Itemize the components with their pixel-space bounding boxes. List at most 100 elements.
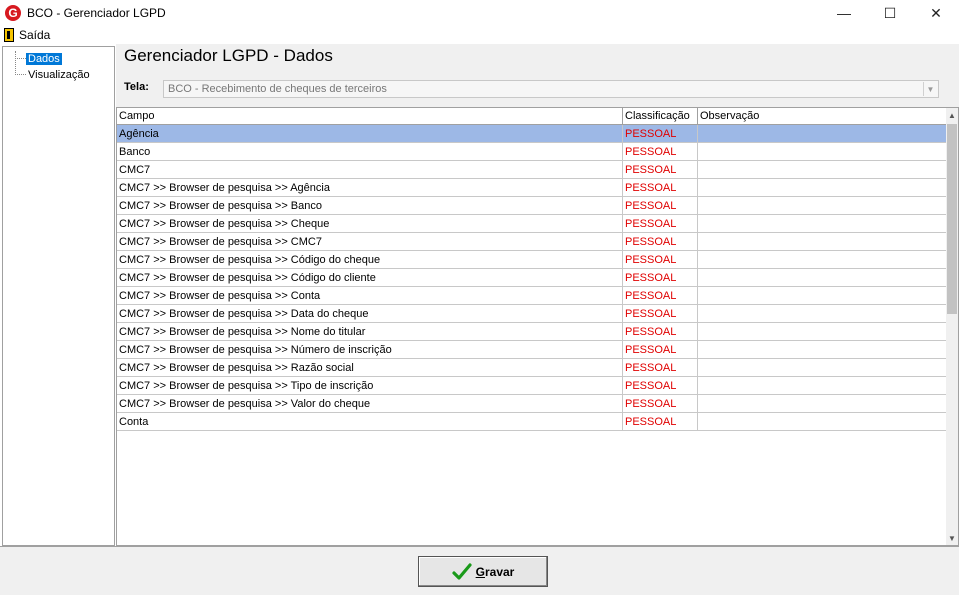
- cell-classificacao[interactable]: PESSOAL: [623, 359, 698, 376]
- cell-classificacao[interactable]: PESSOAL: [623, 287, 698, 304]
- cell-classificacao[interactable]: PESSOAL: [623, 125, 698, 142]
- table-row[interactable]: CMC7 >> Browser de pesquisa >> Valor do …: [117, 395, 947, 413]
- cell-campo[interactable]: CMC7 >> Browser de pesquisa >> Valor do …: [117, 395, 623, 412]
- table-row[interactable]: Banco PESSOAL: [117, 143, 947, 161]
- column-header-classificacao[interactable]: Classificação: [623, 108, 698, 124]
- table-row[interactable]: CMC7 >> Browser de pesquisa >> Cheque PES…: [117, 215, 947, 233]
- cell-classificacao[interactable]: PESSOAL: [623, 305, 698, 322]
- cell-classificacao[interactable]: PESSOAL: [623, 395, 698, 412]
- gravar-rest: ravar: [484, 564, 515, 579]
- cell-classificacao[interactable]: PESSOAL: [623, 143, 698, 160]
- cell-campo[interactable]: CMC7 >> Browser de pesquisa >> Nome do t…: [117, 323, 623, 340]
- cell-campo[interactable]: CMC7 >> Browser de pesquisa >> Número de…: [117, 341, 623, 358]
- cell-observacao[interactable]: [698, 125, 947, 142]
- table-row[interactable]: CMC7 >> Browser de pesquisa >> Banco PESS…: [117, 197, 947, 215]
- cell-campo[interactable]: Banco: [117, 143, 623, 160]
- table-row[interactable]: CMC7 >> Browser de pesquisa >> Data do c…: [117, 305, 947, 323]
- cell-classificacao[interactable]: PESSOAL: [623, 251, 698, 268]
- cell-observacao[interactable]: [698, 287, 947, 304]
- cell-observacao[interactable]: [698, 341, 947, 358]
- cell-classificacao[interactable]: PESSOAL: [623, 197, 698, 214]
- cell-campo[interactable]: CMC7 >> Browser de pesquisa >> Tipo de i…: [117, 377, 623, 394]
- table-row[interactable]: CMC7 >> Browser de pesquisa >> Código do…: [117, 269, 947, 287]
- tela-select[interactable]: BCO - Recebimento de cheques de terceiro…: [163, 80, 939, 98]
- table-row[interactable]: CMC7 >> Browser de pesquisa >> Tipo de i…: [117, 377, 947, 395]
- cell-observacao[interactable]: [698, 179, 947, 196]
- cell-campo[interactable]: CMC7 >> Browser de pesquisa >> Agência: [117, 179, 623, 196]
- cell-campo[interactable]: Agência: [117, 125, 623, 142]
- cell-campo[interactable]: CMC7 >> Browser de pesquisa >> Data do c…: [117, 305, 623, 322]
- table-row[interactable]: Agência PESSOAL: [117, 125, 947, 143]
- scroll-thumb[interactable]: [947, 124, 957, 314]
- cell-observacao[interactable]: [698, 359, 947, 376]
- table-row[interactable]: CMC7 >> Browser de pesquisa >> Razão soc…: [117, 359, 947, 377]
- gravar-button[interactable]: Gravar: [418, 556, 548, 587]
- table-row[interactable]: CMC7 >> Browser de pesquisa >> Código do…: [117, 251, 947, 269]
- table-row[interactable]: CMC7 >> Browser de pesquisa >> CMC7 PESSO…: [117, 233, 947, 251]
- cell-observacao[interactable]: [698, 233, 947, 250]
- app-logo-icon: G: [5, 5, 21, 21]
- cell-observacao[interactable]: [698, 323, 947, 340]
- footer-bar: Gravar: [0, 546, 959, 595]
- cell-campo[interactable]: CMC7: [117, 161, 623, 178]
- cell-observacao[interactable]: [698, 305, 947, 322]
- table-row[interactable]: CMC7 >> Browser de pesquisa >> Agência PE…: [117, 179, 947, 197]
- cell-classificacao[interactable]: PESSOAL: [623, 179, 698, 196]
- maximize-button[interactable]: ☐: [867, 0, 913, 26]
- scroll-down-icon[interactable]: ▼: [946, 531, 958, 545]
- cell-campo[interactable]: CMC7 >> Browser de pesquisa >> CMC7: [117, 233, 623, 250]
- main-panel: Gerenciador LGPD - Dados Tela: BCO - Rec…: [116, 44, 959, 546]
- chevron-down-icon[interactable]: ▼: [923, 82, 937, 96]
- menu-exit[interactable]: Saída: [4, 28, 50, 42]
- cell-classificacao[interactable]: PESSOAL: [623, 215, 698, 232]
- cell-campo[interactable]: CMC7 >> Browser de pesquisa >> Razão soc…: [117, 359, 623, 376]
- window-controls: — ☐ ✕: [821, 0, 959, 26]
- cell-classificacao[interactable]: PESSOAL: [623, 161, 698, 178]
- title-bar: G BCO - Gerenciador LGPD — ☐ ✕: [0, 0, 959, 26]
- table-row[interactable]: Conta PESSOAL: [117, 413, 947, 431]
- cell-classificacao[interactable]: PESSOAL: [623, 341, 698, 358]
- cell-classificacao[interactable]: PESSOAL: [623, 413, 698, 430]
- cell-observacao[interactable]: [698, 215, 947, 232]
- cell-classificacao[interactable]: PESSOAL: [623, 377, 698, 394]
- cell-campo[interactable]: CMC7 >> Browser de pesquisa >> Banco: [117, 197, 623, 214]
- tree-item-dados[interactable]: Dados: [17, 52, 62, 65]
- cell-campo[interactable]: CMC7 >> Browser de pesquisa >> Cheque: [117, 215, 623, 232]
- cell-campo[interactable]: CMC7 >> Browser de pesquisa >> Código do…: [117, 269, 623, 286]
- navigation-tree: Dados Visualização: [2, 46, 115, 546]
- scroll-up-icon[interactable]: ▲: [946, 108, 958, 122]
- cell-observacao[interactable]: [698, 269, 947, 286]
- vertical-scrollbar[interactable]: ▲ ▼: [946, 108, 958, 545]
- page-title: Gerenciador LGPD - Dados: [124, 46, 333, 65]
- minimize-button[interactable]: —: [821, 0, 867, 26]
- menu-bar: Saída: [0, 26, 959, 44]
- fields-grid: Campo Classificação Observação Agência PE…: [116, 107, 959, 546]
- cell-campo[interactable]: CMC7 >> Browser de pesquisa >> Código do…: [117, 251, 623, 268]
- tree-item-label: Visualização: [28, 68, 90, 81]
- table-row[interactable]: CMC7 >> Browser de pesquisa >> Nome do t…: [117, 323, 947, 341]
- cell-observacao[interactable]: [698, 395, 947, 412]
- cell-classificacao[interactable]: PESSOAL: [623, 323, 698, 340]
- tree-connector: [15, 51, 16, 75]
- table-row[interactable]: CMC7 >> Browser de pesquisa >> Número de…: [117, 341, 947, 359]
- cell-observacao[interactable]: [698, 377, 947, 394]
- check-icon: [452, 562, 472, 580]
- column-header-observacao[interactable]: Observação: [698, 108, 947, 124]
- cell-campo[interactable]: CMC7 >> Browser de pesquisa >> Conta: [117, 287, 623, 304]
- tree-item-visualizacao[interactable]: Visualização: [17, 68, 92, 81]
- cell-observacao[interactable]: [698, 161, 947, 178]
- window-title: BCO - Gerenciador LGPD: [27, 6, 166, 20]
- cell-classificacao[interactable]: PESSOAL: [623, 233, 698, 250]
- table-row[interactable]: CMC7 PESSOAL: [117, 161, 947, 179]
- tree-dash: [17, 74, 26, 75]
- grid-header: Campo Classificação Observação: [117, 108, 947, 125]
- table-row[interactable]: CMC7 >> Browser de pesquisa >> Conta PESS…: [117, 287, 947, 305]
- cell-observacao[interactable]: [698, 413, 947, 430]
- cell-campo[interactable]: Conta: [117, 413, 623, 430]
- cell-classificacao[interactable]: PESSOAL: [623, 269, 698, 286]
- cell-observacao[interactable]: [698, 197, 947, 214]
- cell-observacao[interactable]: [698, 251, 947, 268]
- close-button[interactable]: ✕: [913, 0, 959, 26]
- column-header-campo[interactable]: Campo: [117, 108, 623, 124]
- cell-observacao[interactable]: [698, 143, 947, 160]
